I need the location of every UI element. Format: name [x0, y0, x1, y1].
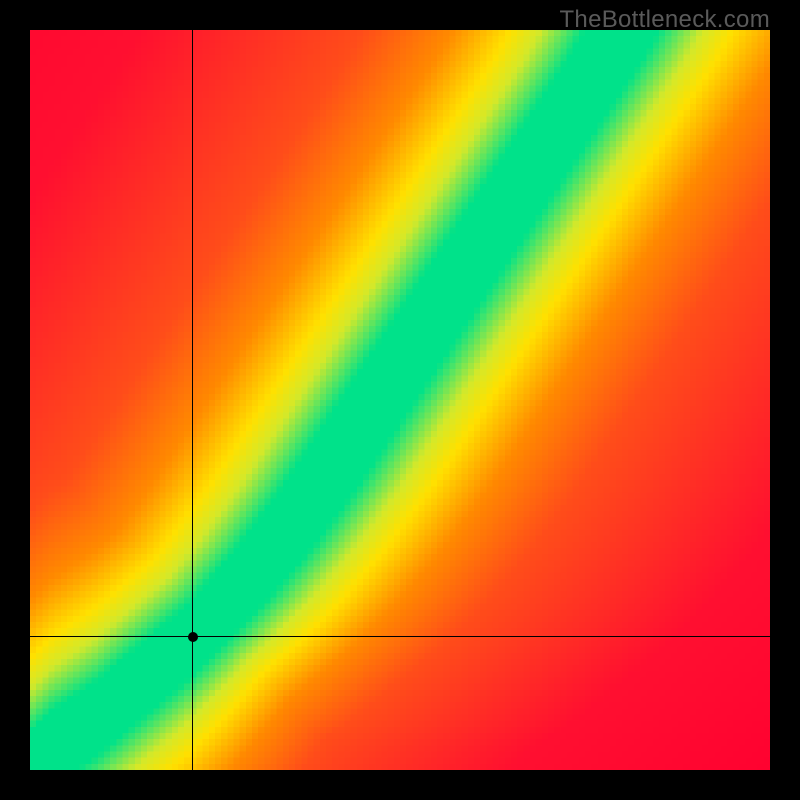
- selection-marker: [188, 632, 198, 642]
- crosshair-horizontal: [30, 636, 770, 637]
- heatmap-canvas: [30, 30, 770, 770]
- watermark-text: TheBottleneck.com: [559, 6, 770, 34]
- heatmap-plot: [30, 30, 770, 770]
- crosshair-vertical: [192, 30, 193, 770]
- chart-frame: TheBottleneck.com: [0, 0, 800, 800]
